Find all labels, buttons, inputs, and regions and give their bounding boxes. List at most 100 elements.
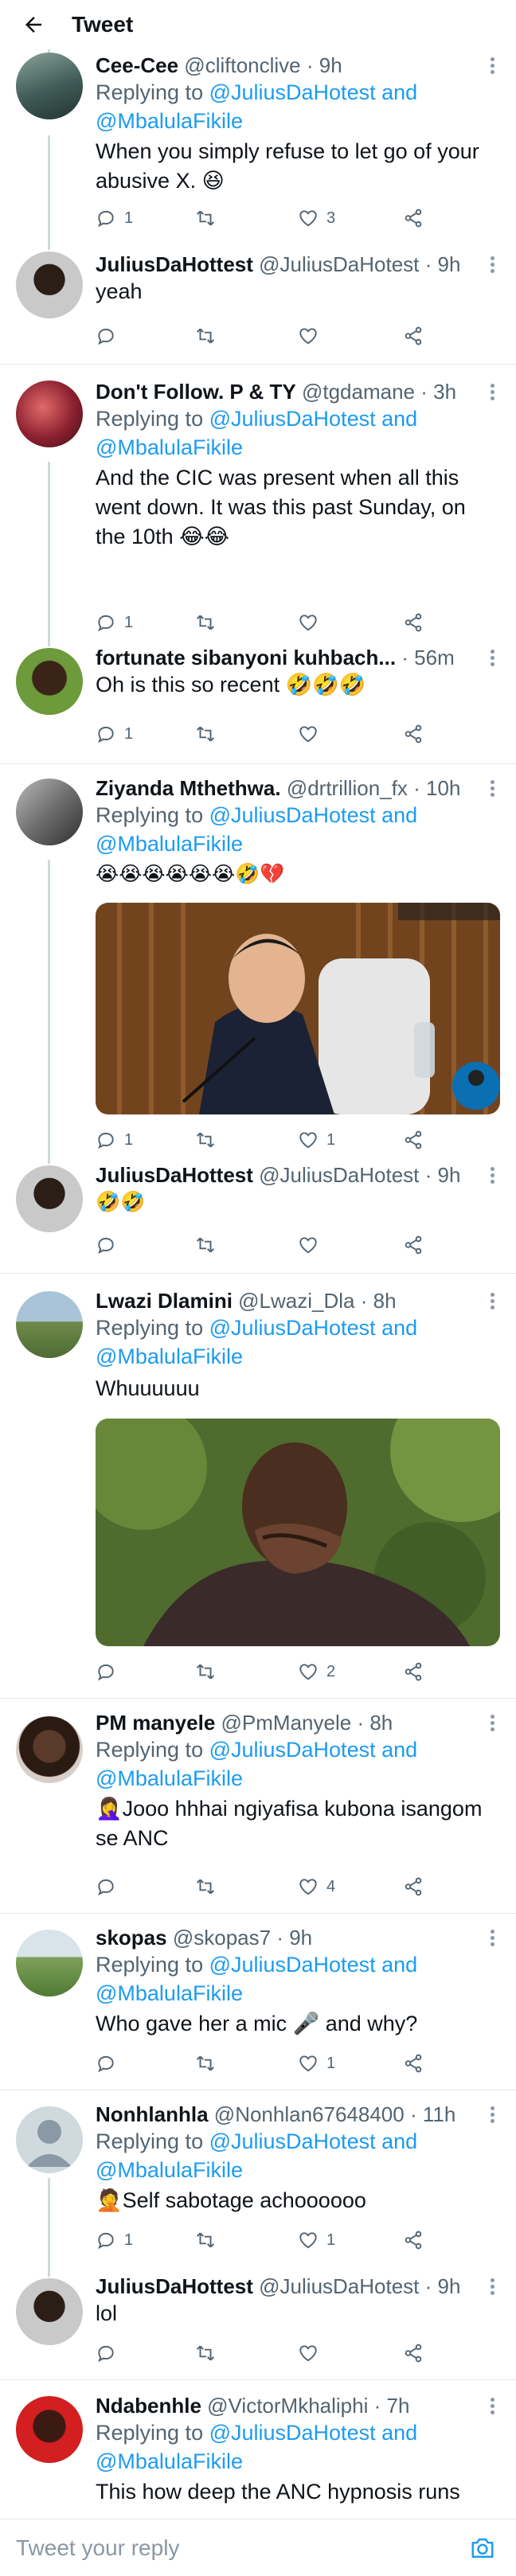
retweet-button[interactable] bbox=[194, 608, 217, 637]
more-icon[interactable] bbox=[489, 1713, 495, 1734]
retweet-button[interactable] bbox=[194, 204, 217, 232]
display-name[interactable]: Cee-Cee bbox=[96, 53, 178, 77]
share-button[interactable] bbox=[403, 2226, 424, 2254]
handle[interactable]: @cliftonclive bbox=[184, 53, 300, 77]
tweet[interactable]: Ziyanda Mthethwa. @drtrillion_fx · 10h R… bbox=[0, 764, 516, 1153]
tweet[interactable]: Cee-Cee @cliftonclive · 9h Replying to @… bbox=[0, 49, 516, 240]
handle[interactable]: @VictorMkhaliphi bbox=[207, 2394, 368, 2418]
timestamp[interactable]: · 10h bbox=[413, 776, 460, 800]
share-button[interactable] bbox=[403, 1872, 424, 1901]
like-button[interactable]: 1 bbox=[298, 2049, 335, 2078]
share-button[interactable] bbox=[403, 1231, 424, 1259]
handle[interactable]: @JuliusDaHotest bbox=[259, 1163, 419, 1187]
tweet[interactable]: fortunate sibanyoni kuhbach... · 56m Oh … bbox=[0, 635, 516, 764]
reply-composer[interactable]: Tweet your reply bbox=[0, 2519, 516, 2576]
timestamp[interactable]: · 56m bbox=[401, 646, 454, 669]
avatar[interactable] bbox=[16, 1930, 83, 1996]
like-button[interactable]: 4 bbox=[298, 1872, 335, 1901]
retweet-button[interactable] bbox=[194, 720, 217, 748]
tweet-media-image[interactable] bbox=[96, 1419, 500, 1646]
like-button[interactable] bbox=[298, 608, 319, 637]
handle[interactable]: @PmManyele bbox=[221, 1711, 352, 1735]
like-button[interactable]: 2 bbox=[298, 1657, 335, 1686]
share-button[interactable] bbox=[403, 720, 424, 748]
handle[interactable]: @JuliusDaHotest bbox=[259, 2274, 419, 2298]
back-button[interactable] bbox=[16, 7, 51, 42]
reply-button[interactable]: 1 bbox=[96, 720, 133, 748]
reply-button[interactable]: 1 bbox=[96, 608, 133, 637]
share-button[interactable] bbox=[403, 204, 424, 232]
tweet-media-image[interactable] bbox=[96, 903, 500, 1114]
avatar[interactable] bbox=[16, 1291, 83, 1358]
retweet-button[interactable] bbox=[194, 1872, 217, 1901]
retweet-button[interactable] bbox=[194, 2049, 217, 2078]
tweet[interactable]: PM manyele @PmManyele · 8h Replying to @… bbox=[0, 1699, 516, 1914]
more-icon[interactable] bbox=[489, 1165, 495, 1186]
retweet-button[interactable] bbox=[194, 1126, 217, 1154]
more-icon[interactable] bbox=[489, 1291, 495, 1312]
tweet[interactable]: JuliusDaHottest @JuliusDaHotest · 9h 🤣🤣 bbox=[0, 1153, 516, 1274]
tweet[interactable]: skopas @skopas7 · 9h Replying to @Julius… bbox=[0, 1914, 516, 2090]
reply-button[interactable]: 1 bbox=[96, 204, 133, 232]
more-icon[interactable] bbox=[489, 648, 495, 669]
retweet-button[interactable] bbox=[194, 2226, 217, 2254]
display-name[interactable]: Ziyanda Mthethwa. bbox=[96, 776, 281, 800]
timestamp[interactable]: · 8h bbox=[361, 1289, 397, 1313]
reply-button[interactable] bbox=[96, 1231, 116, 1259]
more-icon[interactable] bbox=[489, 1928, 495, 1949]
timestamp[interactable]: · 9h bbox=[276, 1926, 312, 1950]
share-button[interactable] bbox=[403, 1657, 424, 1686]
retweet-button[interactable] bbox=[194, 1231, 217, 1259]
share-button[interactable] bbox=[403, 608, 424, 637]
avatar[interactable] bbox=[16, 53, 83, 119]
reply-button[interactable] bbox=[96, 2049, 116, 2078]
timestamp[interactable]: · 11h bbox=[410, 2102, 455, 2126]
share-button[interactable] bbox=[403, 1126, 424, 1154]
display-name[interactable]: JuliusDaHottest bbox=[96, 2274, 253, 2298]
avatar[interactable] bbox=[16, 2106, 83, 2173]
more-icon[interactable] bbox=[489, 2396, 495, 2417]
timestamp[interactable]: · 9h bbox=[425, 2274, 461, 2298]
timestamp[interactable]: · 9h bbox=[425, 252, 461, 276]
like-button[interactable]: 3 bbox=[298, 204, 335, 232]
tweet[interactable]: Lwazi Dlamini @Lwazi_Dla · 8h Replying t… bbox=[0, 1274, 516, 1699]
display-name[interactable]: JuliusDaHottest bbox=[96, 1163, 253, 1187]
avatar[interactable] bbox=[16, 252, 83, 318]
avatar[interactable] bbox=[16, 2396, 83, 2463]
retweet-button[interactable] bbox=[194, 1657, 217, 1686]
tweet[interactable]: Nonhlanhla @Nonhlan67648400 · 11h Replyi… bbox=[0, 2090, 516, 2269]
timestamp[interactable]: · 9h bbox=[425, 1163, 461, 1187]
more-icon[interactable] bbox=[489, 779, 495, 799]
display-name[interactable]: fortunate sibanyoni kuhbach... bbox=[96, 646, 396, 669]
like-button[interactable] bbox=[298, 322, 319, 350]
timestamp[interactable]: · 3h bbox=[420, 380, 456, 404]
like-button[interactable] bbox=[298, 720, 319, 748]
reply-input[interactable]: Tweet your reply bbox=[16, 2535, 465, 2561]
display-name[interactable]: PM manyele bbox=[96, 1711, 215, 1735]
handle[interactable]: @Lwazi_Dla bbox=[238, 1289, 354, 1313]
reply-button[interactable] bbox=[96, 1657, 116, 1686]
avatar[interactable] bbox=[16, 1716, 83, 1783]
handle[interactable]: @skopas7 bbox=[173, 1926, 271, 1950]
more-icon[interactable] bbox=[489, 382, 495, 403]
reply-button[interactable] bbox=[96, 1872, 116, 1901]
share-button[interactable] bbox=[403, 322, 424, 350]
retweet-button[interactable] bbox=[194, 322, 217, 350]
camera-button[interactable] bbox=[465, 2531, 500, 2566]
share-button[interactable] bbox=[403, 2049, 424, 2078]
display-name[interactable]: Nonhlanhla bbox=[96, 2102, 209, 2126]
timestamp[interactable]: · 7h bbox=[374, 2394, 410, 2418]
avatar[interactable] bbox=[16, 1165, 83, 1232]
timestamp[interactable]: · 8h bbox=[357, 1711, 393, 1735]
display-name[interactable]: Lwazi Dlamini bbox=[96, 1289, 233, 1313]
tweet[interactable]: JuliusDaHottest @JuliusDaHotest · 9h yea… bbox=[0, 240, 516, 365]
more-icon[interactable] bbox=[489, 2277, 495, 2297]
more-icon[interactable] bbox=[489, 2105, 495, 2125]
handle[interactable]: @JuliusDaHotest bbox=[259, 252, 419, 276]
retweet-button[interactable] bbox=[194, 2339, 217, 2367]
avatar[interactable] bbox=[16, 648, 83, 715]
display-name[interactable]: skopas bbox=[96, 1926, 167, 1950]
avatar[interactable] bbox=[16, 779, 83, 845]
handle[interactable]: @Nonhlan67648400 bbox=[214, 2102, 405, 2126]
tweet[interactable]: JuliusDaHottest @JuliusDaHotest · 9h lol bbox=[0, 2269, 516, 2380]
